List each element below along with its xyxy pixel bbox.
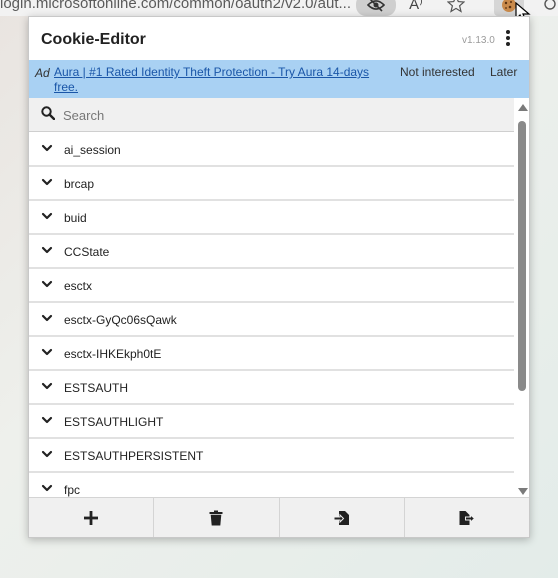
cookie-name: ESTSAUTHLIGHT <box>64 415 164 429</box>
cookie-name: esctx <box>64 279 93 293</box>
cookie-row[interactable]: ESTSAUTHPERSISTENT <box>29 439 514 473</box>
read-aloud-icon[interactable]: A⁾ <box>404 0 428 14</box>
chevron-down-icon[interactable] <box>41 312 53 324</box>
cookie-name: ESTSAUTH <box>64 381 129 395</box>
ad-banner: Ad Aura | #1 Rated Identity Theft Protec… <box>29 60 529 98</box>
cookie-row[interactable]: ESTSAUTH <box>29 371 514 405</box>
version-label: v1.13.0 <box>462 35 495 46</box>
cookie-name: buid <box>64 211 87 225</box>
cookie-row[interactable]: ai_session <box>29 133 514 167</box>
tracking-prevention-button[interactable] <box>356 0 396 16</box>
search-input[interactable] <box>63 104 503 126</box>
eye-slash-icon <box>367 0 385 12</box>
add-cookie-button[interactable] <box>29 498 155 537</box>
chevron-down-icon[interactable] <box>41 142 53 154</box>
chevron-down-icon[interactable] <box>41 346 53 358</box>
chevron-down-icon[interactable] <box>41 448 53 460</box>
export-button[interactable] <box>405 498 529 537</box>
favorite-star-icon[interactable] <box>444 0 468 14</box>
address-bar[interactable]: login.microsoftonline.com/common/oauth2/… <box>0 0 351 12</box>
cookie-name: brcap <box>64 177 95 191</box>
ad-link[interactable]: Aura | #1 Rated Identity Theft Protectio… <box>54 65 389 95</box>
import-button[interactable] <box>280 498 405 537</box>
scroll-down-arrow-icon[interactable] <box>518 488 528 495</box>
popup-title: Cookie-Editor <box>41 31 146 48</box>
cookie-name: fpc <box>64 483 81 497</box>
cookie-name: CCState <box>64 245 110 259</box>
later-button[interactable]: Later <box>490 65 517 79</box>
trash-icon <box>209 510 223 525</box>
ad-tag: Ad <box>35 66 50 80</box>
scroll-up-arrow-icon[interactable] <box>518 104 528 111</box>
popup-header: Cookie-Editor v1.13.0 <box>29 17 529 61</box>
browser-toolbar: login.microsoftonline.com/common/oauth2/… <box>0 0 558 16</box>
plus-icon <box>84 510 99 525</box>
chevron-down-icon[interactable] <box>41 482 53 494</box>
cookie-name: ESTSAUTHPERSISTENT <box>64 449 204 463</box>
cookie-name: ai_session <box>64 143 121 157</box>
not-interested-button[interactable]: Not interested <box>400 65 475 79</box>
action-footer <box>29 497 529 537</box>
cookie-row[interactable]: fpc <box>29 473 514 497</box>
chevron-down-icon[interactable] <box>41 414 53 426</box>
cookie-name: esctx-GyQc06sQawk <box>64 313 177 327</box>
cookie-row[interactable]: esctx-GyQc06sQawk <box>29 303 514 337</box>
cookie-row[interactable]: buid <box>29 201 514 235</box>
extensions-puzzle-icon[interactable] <box>540 0 558 14</box>
cookie-list: ai_sessionbrcap buid CCState esctx esctx-GyQ… <box>29 133 514 497</box>
cookie-name: esctx-IHKEkph0tE <box>64 347 162 361</box>
cookie-row[interactable]: brcap <box>29 167 514 201</box>
star-icon <box>447 0 465 13</box>
search-icon <box>41 106 55 120</box>
puzzle-icon <box>544 0 556 10</box>
delete-all-button[interactable] <box>154 498 280 537</box>
cookie-row[interactable]: CCState <box>29 235 514 269</box>
cookie-row[interactable]: esctx <box>29 269 514 303</box>
cookie-row[interactable]: ESTSAUTHLIGHT <box>29 405 514 439</box>
cookie-row[interactable]: esctx-IHKEkph0tE <box>29 337 514 371</box>
export-icon <box>459 510 476 525</box>
search-bar <box>29 98 514 132</box>
chevron-down-icon[interactable] <box>41 278 53 290</box>
chevron-down-icon[interactable] <box>41 210 53 222</box>
more-options-icon[interactable] <box>501 29 515 49</box>
scrollbar[interactable] <box>515 101 529 497</box>
chevron-down-icon[interactable] <box>41 380 53 392</box>
chevron-down-icon[interactable] <box>41 244 53 256</box>
import-icon <box>333 510 349 525</box>
chevron-down-icon[interactable] <box>41 176 53 188</box>
scroll-thumb[interactable] <box>518 121 526 391</box>
cookie-editor-popup: Cookie-Editor v1.13.0 Ad Aura | #1 Rated… <box>28 16 530 538</box>
